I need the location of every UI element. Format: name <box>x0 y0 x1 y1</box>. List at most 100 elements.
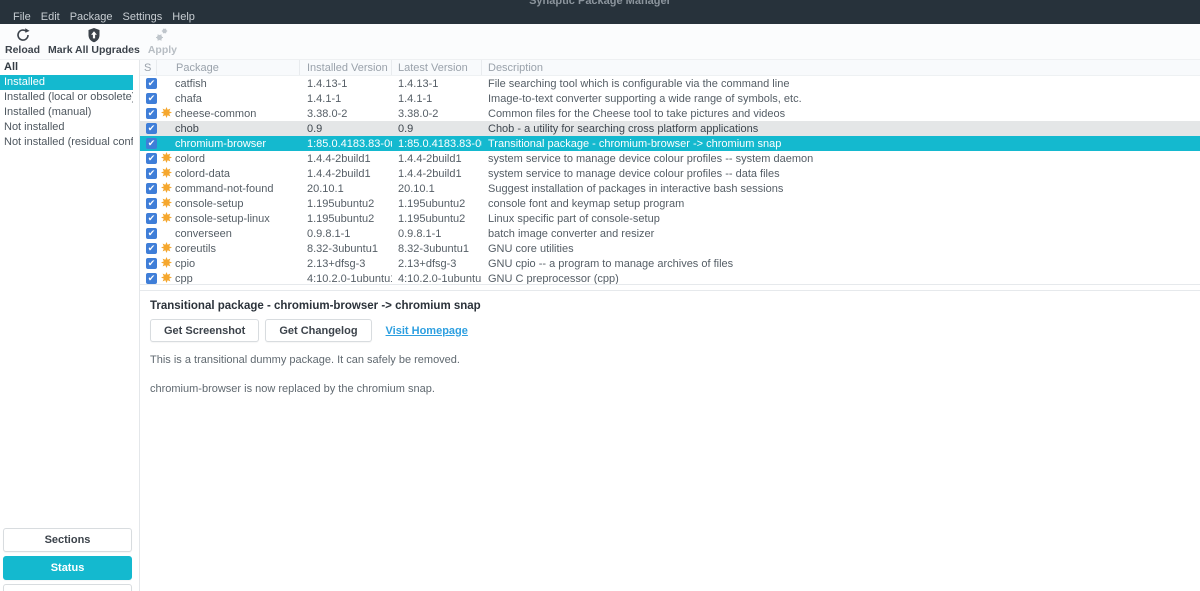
column-header-package[interactable]: Package <box>157 60 300 75</box>
installed-checkbox[interactable]: ✔ <box>146 183 157 194</box>
installed-checkbox[interactable]: ✔ <box>146 228 157 239</box>
table-row[interactable]: ✔ command-not-found 20.10.1 20.10.1 Sugg… <box>140 181 1200 196</box>
table-row[interactable]: ✔ cpio 2.13+dfsg-3 2.13+dfsg-3 GNU cpio … <box>140 256 1200 271</box>
latest-version: 1.195ubuntu2 <box>398 197 466 210</box>
package-description: Image-to-text converter supporting a wid… <box>488 92 802 105</box>
menu-item[interactable]: File <box>8 11 36 23</box>
table-row[interactable]: ✔ converseen 0.9.8.1-1 0.9.8.1-1 batch i… <box>140 226 1200 241</box>
table-row[interactable]: ✔ console-setup 1.195ubuntu2 1.195ubuntu… <box>140 196 1200 211</box>
window-title: Synaptic Package Manager <box>529 0 671 7</box>
table-row[interactable]: ✔ colord-data 1.4.4-2build1 1.4.4-2build… <box>140 166 1200 181</box>
installed-checkbox[interactable]: ✔ <box>146 153 157 164</box>
package-name: chob <box>175 122 199 135</box>
installed-checkbox[interactable]: ✔ <box>146 198 157 209</box>
gears-icon <box>154 27 170 43</box>
main-area: All Installed Installed (local or obsolete… <box>0 60 1200 591</box>
toolbar: Reload Mark All Upgrades Apply <box>0 24 1200 60</box>
installed-checkbox[interactable]: ✔ <box>146 93 157 104</box>
table-row[interactable]: ✔ catfish 1.4.13-1 1.4.13-1 File searchi… <box>140 76 1200 91</box>
package-description: batch image converter and resizer <box>488 227 655 240</box>
package-description: GNU core utilities <box>488 242 574 255</box>
status-cell: ✔ <box>140 93 157 104</box>
sidebar-view-button[interactable]: Status <box>3 556 132 580</box>
menu-item[interactable]: Help <box>167 11 200 23</box>
installed-checkbox[interactable]: ✔ <box>146 108 157 119</box>
table-row[interactable]: ✔ cpp 4:10.2.0-1ubuntu1 4:10.2.0-1ubuntu… <box>140 271 1200 285</box>
mark-all-upgrades-button[interactable]: Mark All Upgrades <box>45 27 143 56</box>
supported-star-icon <box>160 271 172 285</box>
installed-checkbox[interactable]: ✔ <box>146 258 157 269</box>
apply-button[interactable]: Apply <box>145 27 180 56</box>
details-action-button[interactable]: Get Screenshot <box>150 319 260 342</box>
table-row[interactable]: ✔ coreutils 8.32-3ubuntu1 8.32-3ubuntu1 <box>140 241 1200 256</box>
latest-version: 2.13+dfsg-3 <box>398 257 457 270</box>
table-row[interactable]: ✔ colord 1.4.4-2build1 1.4.4-2build1 sys… <box>140 151 1200 166</box>
status-filter-item[interactable]: Not installed (residual config) <box>0 135 133 150</box>
reload-button[interactable]: Reload <box>2 27 43 56</box>
installed-checkbox[interactable]: ✔ <box>146 138 157 149</box>
latest-version: 0.9 <box>398 122 414 135</box>
supported-cell <box>157 196 175 211</box>
table-row[interactable]: ✔ chafa 1.4.1-1 1.4.1-1 Image-to-text co… <box>140 91 1200 106</box>
status-filter-item[interactable]: All <box>0 60 133 75</box>
supported-cell <box>157 241 175 256</box>
table-row[interactable]: ✔ chob 0.9 0.9 Chob - a utility for sear… <box>140 121 1200 136</box>
installed-version: 4:10.2.0-1ubuntu1 <box>307 272 392 285</box>
table-row[interactable]: ✔ cheese-common 3.38.0-2 3.38.0-2 Common… <box>140 106 1200 121</box>
supported-star-icon <box>160 256 172 271</box>
reload-label: Reload <box>5 44 41 56</box>
supported-cell <box>157 77 175 91</box>
column-header-description[interactable]: Description <box>482 60 1200 75</box>
package-description: console font and keymap setup program <box>488 197 685 210</box>
table-row[interactable]: ✔ console-setup-linux 1.195ubuntu2 1.195… <box>140 211 1200 226</box>
menu-item[interactable]: Settings <box>118 11 168 23</box>
installed-version: 1.4.4-2build1 <box>307 167 371 180</box>
menu-item[interactable]: Package <box>65 11 118 23</box>
latest-version: 1.4.13-1 <box>398 77 439 90</box>
installed-checkbox[interactable]: ✔ <box>146 123 157 134</box>
package-name: cpio <box>175 257 196 270</box>
column-header-status[interactable]: S <box>140 60 157 75</box>
visit-homepage-link[interactable]: Visit Homepage <box>386 325 468 337</box>
status-filter-item[interactable]: Installed (manual) <box>0 105 133 120</box>
status-filter-item[interactable]: Installed <box>0 75 133 90</box>
column-header-latest-version[interactable]: Latest Version <box>392 60 482 75</box>
installed-version: 1:85.0.4183.83-0ubunt <box>307 137 392 150</box>
status-cell: ✔ <box>140 273 157 284</box>
installed-checkbox[interactable]: ✔ <box>146 243 157 254</box>
installed-checkbox[interactable]: ✔ <box>146 213 157 224</box>
table-header-row: S Package Installed Version Latest Versi… <box>140 60 1200 76</box>
status-cell: ✔ <box>140 123 157 134</box>
supported-cell <box>157 256 175 271</box>
details-title: Transitional package - chromium-browser … <box>150 300 481 312</box>
details-description: This is a transitional dummy package. It… <box>150 354 1188 395</box>
supported-star-icon <box>160 241 172 256</box>
details-button-row: Get Screenshot Get Changelog Visit Homepa… <box>150 319 1188 342</box>
package-description: system service to manage device colour p… <box>488 152 814 165</box>
status-cell: ✔ <box>140 168 157 179</box>
package-name: catfish <box>175 77 207 90</box>
supported-star-icon <box>160 181 172 196</box>
menu-item[interactable]: Edit <box>36 11 65 23</box>
sidebar-view-button-partial[interactable] <box>3 584 132 591</box>
status-filter-item[interactable]: Not installed <box>0 120 133 135</box>
installed-checkbox[interactable]: ✔ <box>146 168 157 179</box>
installed-checkbox[interactable]: ✔ <box>146 273 157 284</box>
latest-version: 1.195ubuntu2 <box>398 212 466 225</box>
table-row[interactable]: ✔ chromium-browser 1:85.0.4183.83-0ubunt… <box>140 136 1200 151</box>
package-description: Transitional package - chromium-browser … <box>488 137 782 150</box>
package-name: command-not-found <box>175 182 274 195</box>
package-description: Suggest installation of packages in inte… <box>488 182 784 195</box>
sidebar-view-button[interactable]: Sections <box>3 528 132 552</box>
details-action-button[interactable]: Get Changelog <box>265 319 372 342</box>
column-header-installed-version[interactable]: Installed Version <box>300 60 392 75</box>
package-name: chromium-browser <box>175 137 267 150</box>
package-name: converseen <box>175 227 232 240</box>
status-filter-item[interactable]: Installed (local or obsolete) <box>0 90 133 105</box>
details-paragraph: chromium-browser is now replaced by the … <box>150 383 435 395</box>
latest-version: 3.38.0-2 <box>398 107 439 120</box>
status-cell: ✔ <box>140 213 157 224</box>
installed-version: 1.4.13-1 <box>307 77 348 90</box>
status-filter-list: All Installed Installed (local or obsolete… <box>0 60 133 150</box>
installed-checkbox[interactable]: ✔ <box>146 78 157 89</box>
